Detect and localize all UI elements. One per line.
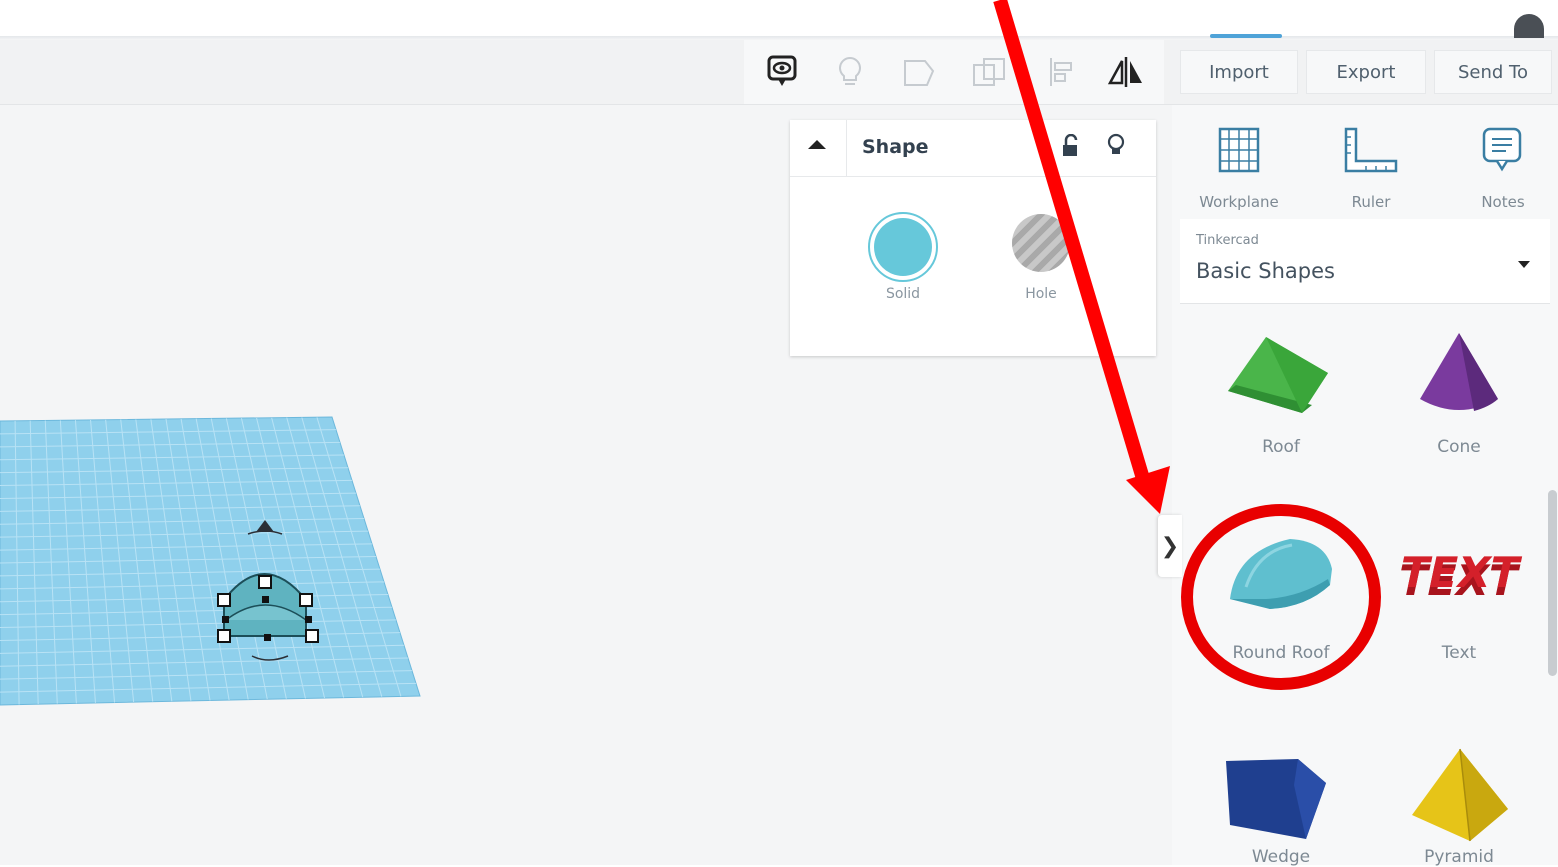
lightbulb-icon[interactable] bbox=[830, 52, 870, 92]
lock-icon[interactable] bbox=[1060, 133, 1080, 162]
chevron-down-icon[interactable] bbox=[1518, 261, 1530, 268]
workplane-label: Workplane bbox=[1199, 193, 1279, 211]
speech-eye-icon[interactable] bbox=[762, 52, 802, 92]
top-bar bbox=[0, 0, 1558, 38]
toolbar-tools bbox=[744, 40, 1164, 104]
shape-inspector: Shape Solid Hole bbox=[790, 120, 1156, 356]
library-selected: Basic Shapes bbox=[1196, 259, 1335, 283]
workplane-tool[interactable]: Workplane bbox=[1184, 119, 1294, 211]
pyramid-shape-icon bbox=[1412, 748, 1508, 842]
shape-label-round-roof: Round Roof bbox=[1232, 643, 1330, 663]
notes-icon bbox=[1482, 127, 1522, 172]
hole-label: Hole bbox=[1025, 286, 1057, 302]
collapse-up-icon[interactable] bbox=[808, 140, 826, 149]
inspector-header: Shape bbox=[790, 120, 1156, 177]
inspector-title: Shape bbox=[862, 136, 929, 158]
ruler-tool[interactable]: Ruler bbox=[1316, 119, 1426, 211]
hole-swatch[interactable] bbox=[1012, 214, 1070, 272]
shape-label-wedge: Wedge bbox=[1251, 847, 1311, 867]
shape-round-roof[interactable] bbox=[1206, 529, 1356, 633]
active-tab-indicator bbox=[1210, 34, 1282, 38]
text-shape-glyph: TEXT bbox=[1395, 549, 1524, 597]
shape-cone[interactable] bbox=[1384, 329, 1534, 433]
notes-tool[interactable]: Notes bbox=[1448, 119, 1558, 211]
shape-label-text: Text bbox=[1441, 643, 1477, 663]
library-provider: Tinkercad bbox=[1196, 233, 1259, 248]
ruler-label: Ruler bbox=[1351, 193, 1391, 211]
notes-label: Notes bbox=[1481, 193, 1525, 211]
shape-roof[interactable] bbox=[1206, 329, 1356, 433]
shape-text[interactable]: TEXT TEXT bbox=[1384, 529, 1534, 633]
chevron-right-icon: ❯ bbox=[1160, 533, 1180, 559]
round-roof-shape-icon bbox=[1230, 539, 1332, 609]
avatar[interactable] bbox=[1514, 14, 1544, 38]
shape-label-roof: Roof bbox=[1262, 437, 1300, 457]
library-select[interactable]: Tinkercad Basic Shapes bbox=[1180, 219, 1550, 304]
send-to-button[interactable]: Send To bbox=[1434, 50, 1552, 94]
toolbar: Import Export Send To bbox=[0, 40, 1558, 105]
group-icon[interactable] bbox=[900, 52, 940, 92]
solid-swatch[interactable] bbox=[868, 212, 938, 282]
align-icon[interactable] bbox=[1040, 52, 1080, 92]
shape-label-pyramid: Pyramid bbox=[1424, 847, 1494, 867]
shapes-panel: Workplane Ruler Notes Tinkercad Basic Sh… bbox=[1172, 105, 1558, 867]
shape-label-cone: Cone bbox=[1437, 437, 1481, 457]
wedge-shape-icon bbox=[1226, 759, 1326, 839]
ungroup-icon[interactable] bbox=[970, 52, 1010, 92]
lightbulb-icon[interactable] bbox=[1106, 133, 1126, 163]
cone-shape-icon bbox=[1420, 333, 1498, 411]
ruler-icon bbox=[1344, 127, 1398, 173]
shape-wedge[interactable] bbox=[1206, 745, 1356, 849]
solid-label: Solid bbox=[885, 286, 921, 302]
roof-shape-icon bbox=[1228, 337, 1328, 413]
export-button[interactable]: Export bbox=[1306, 50, 1426, 94]
panel-scrollbar[interactable] bbox=[1548, 490, 1557, 676]
shape-pyramid[interactable] bbox=[1384, 745, 1534, 849]
import-button[interactable]: Import bbox=[1180, 50, 1298, 94]
mirror-icon[interactable] bbox=[1106, 52, 1146, 92]
collapse-panel-button[interactable]: ❯ bbox=[1158, 515, 1182, 577]
inspector-divider bbox=[846, 120, 847, 176]
workplane-icon bbox=[1218, 127, 1260, 173]
text-shape-icon: TEXT TEXT bbox=[1393, 549, 1524, 605]
